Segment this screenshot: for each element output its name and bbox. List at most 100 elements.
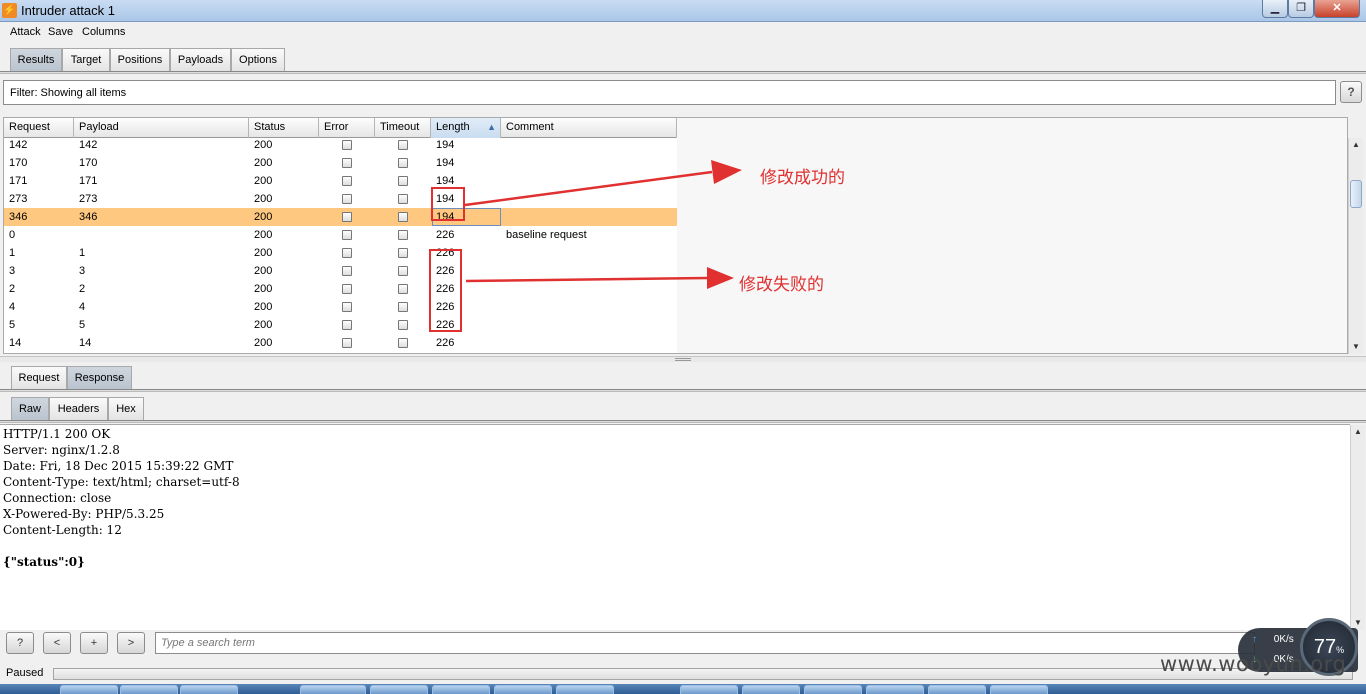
error-checkbox[interactable] — [342, 230, 352, 240]
scroll-thumb[interactable] — [1350, 180, 1362, 208]
error-checkbox[interactable] — [342, 194, 352, 204]
menu-columns[interactable]: Columns — [82, 26, 125, 38]
cell-request: 171 — [9, 175, 28, 187]
error-checkbox[interactable] — [342, 158, 352, 168]
table-row[interactable]: 3 3 200 226 — [4, 262, 677, 280]
timeout-checkbox[interactable] — [398, 266, 408, 276]
taskbar-item[interactable] — [680, 685, 738, 694]
tab-options[interactable]: Options — [231, 48, 285, 72]
scroll-down-icon[interactable]: ▼ — [1349, 340, 1363, 354]
search-help-icon[interactable]: ? — [6, 632, 34, 654]
results-table: Request Payload Status Error Timeout Len… — [3, 117, 1348, 354]
error-checkbox[interactable] — [342, 284, 352, 294]
splitter-grip-icon[interactable] — [675, 358, 691, 361]
col-status[interactable]: Status — [249, 118, 319, 138]
error-checkbox[interactable] — [342, 302, 352, 312]
table-row[interactable]: 142 142 200 194 — [4, 138, 677, 154]
tab-payloads[interactable]: Payloads — [170, 48, 231, 72]
timeout-checkbox[interactable] — [398, 176, 408, 186]
taskbar-item[interactable] — [120, 685, 178, 694]
close-icon[interactable]: ✕ — [1314, 0, 1360, 18]
filter-bar[interactable]: Filter: Showing all items — [3, 80, 1336, 105]
search-next-button[interactable]: > — [117, 632, 145, 654]
tab-headers[interactable]: Headers — [49, 397, 108, 421]
tab-response[interactable]: Response — [67, 366, 132, 390]
timeout-checkbox[interactable] — [398, 140, 408, 150]
table-row[interactable]: 4 4 200 226 — [4, 298, 677, 316]
taskbar-item[interactable] — [180, 685, 238, 694]
table-row[interactable]: 2 2 200 226 — [4, 280, 677, 298]
cell-comment — [501, 172, 506, 190]
tab-target[interactable]: Target — [62, 48, 110, 72]
taskbar-item[interactable] — [928, 685, 986, 694]
search-input[interactable] — [155, 632, 1255, 654]
table-row[interactable]: 14 14 200 226 — [4, 334, 677, 352]
timeout-checkbox[interactable] — [398, 320, 408, 330]
error-checkbox[interactable] — [342, 266, 352, 276]
attack-progress-bar — [53, 668, 1353, 680]
taskbar-item[interactable] — [742, 685, 800, 694]
tab-positions[interactable]: Positions — [110, 48, 170, 72]
cell-comment — [501, 138, 506, 154]
col-request[interactable]: Request — [4, 118, 74, 138]
table-row[interactable]: 346 346 200 194 — [4, 208, 677, 226]
menu-attack[interactable]: Attack — [10, 26, 41, 38]
taskbar-item[interactable] — [494, 685, 552, 694]
search-previous-button[interactable]: < — [43, 632, 71, 654]
col-length[interactable]: Length ▲ — [431, 118, 501, 138]
table-row[interactable]: 1 1 200 226 — [4, 244, 677, 262]
cell-status: 200 — [254, 139, 273, 151]
table-row[interactable]: 170 170 200 194 — [4, 154, 677, 172]
table-row[interactable]: 0 200 226 baseline request — [4, 226, 677, 244]
error-checkbox[interactable] — [342, 338, 352, 348]
tab-results[interactable]: Results — [10, 48, 62, 72]
table-scrollbar[interactable]: ▲ ▼ — [1348, 138, 1363, 354]
timeout-checkbox[interactable] — [398, 248, 408, 258]
menu-save[interactable]: Save — [48, 26, 73, 38]
taskbar-item[interactable] — [432, 685, 490, 694]
cell-comment — [501, 154, 506, 172]
col-timeout[interactable]: Timeout — [375, 118, 431, 138]
timeout-checkbox[interactable] — [398, 338, 408, 348]
minimize-icon[interactable]: ▁ — [1262, 0, 1288, 18]
error-checkbox[interactable] — [342, 248, 352, 258]
response-scrollbar[interactable]: ▲ ▼ — [1350, 425, 1365, 630]
col-comment[interactable]: Comment — [501, 118, 677, 138]
table-row[interactable]: 5 5 200 226 — [4, 316, 677, 334]
cell-payload: 2 — [79, 283, 86, 295]
table-row[interactable]: 273 273 200 194 — [4, 190, 677, 208]
upload-speed: ↑ 0K/s — [1252, 634, 1294, 645]
tab-hex[interactable]: Hex — [108, 397, 144, 421]
error-checkbox[interactable] — [342, 176, 352, 186]
error-checkbox[interactable] — [342, 140, 352, 150]
taskbar-item[interactable] — [60, 685, 118, 694]
tab-request[interactable]: Request — [11, 366, 67, 390]
response-viewer[interactable]: HTTP/1.1 200 OK Server: nginx/1.2.8 Date… — [0, 424, 1350, 630]
col-payload[interactable]: Payload — [74, 118, 249, 138]
timeout-checkbox[interactable] — [398, 284, 408, 294]
taskbar-item[interactable] — [804, 685, 862, 694]
error-checkbox[interactable] — [342, 320, 352, 330]
taskbar-item[interactable] — [556, 685, 614, 694]
search-add-button[interactable]: + — [80, 632, 108, 654]
timeout-checkbox[interactable] — [398, 158, 408, 168]
pane-splitter[interactable] — [0, 356, 1366, 362]
col-error[interactable]: Error — [319, 118, 375, 138]
tab-divider — [0, 71, 1366, 74]
timeout-checkbox[interactable] — [398, 194, 408, 204]
scroll-up-icon[interactable]: ▲ — [1349, 138, 1363, 152]
taskbar-item[interactable] — [300, 685, 366, 694]
taskbar-item[interactable] — [990, 685, 1048, 694]
taskbar-item[interactable] — [866, 685, 924, 694]
timeout-checkbox[interactable] — [398, 302, 408, 312]
timeout-checkbox[interactable] — [398, 212, 408, 222]
tab-raw[interactable]: Raw — [11, 397, 49, 421]
scroll-up-icon[interactable]: ▲ — [1351, 425, 1365, 439]
maximize-icon[interactable]: ❐ — [1288, 0, 1314, 18]
filter-help-icon[interactable]: ? — [1340, 81, 1362, 103]
taskbar-item[interactable] — [370, 685, 428, 694]
error-checkbox[interactable] — [342, 212, 352, 222]
timeout-checkbox[interactable] — [398, 230, 408, 240]
table-row[interactable]: 171 171 200 194 — [4, 172, 677, 190]
cell-payload: 171 — [79, 175, 98, 187]
